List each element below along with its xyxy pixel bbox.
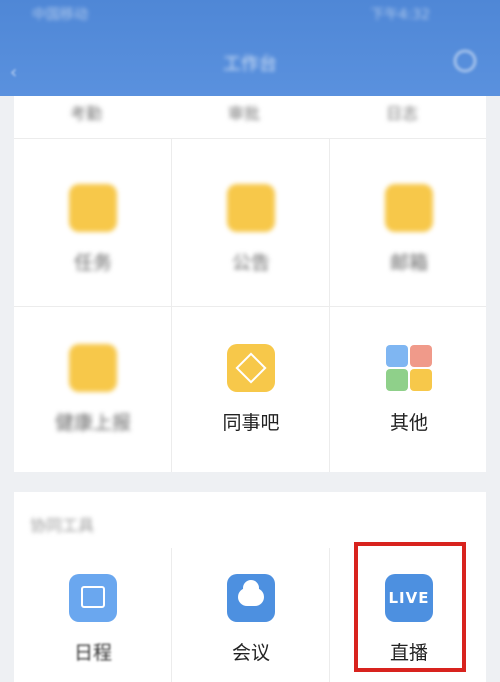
tool-label: 日程 (73, 642, 112, 664)
colleague-icon (227, 344, 275, 392)
app-header: 中国移动 下午4:32 ‹ 工作台 (0, 0, 500, 96)
tool-label: 会议 (231, 642, 270, 664)
health-report-icon (69, 344, 117, 392)
highlight-box (354, 542, 466, 672)
app-label: 健康上报 (54, 412, 131, 434)
app-other[interactable]: 其他 (330, 344, 488, 435)
apps-card: 考勤 审批 日志 任务 公告 邮箱 健康上报 同事吧 其他 (14, 96, 486, 472)
tool-meeting[interactable]: 会议 (172, 574, 330, 665)
app-label-top[interactable]: 审批 (228, 100, 260, 124)
app-label: 其他 (389, 412, 428, 434)
status-bar: 中国移动 下午4:32 (0, 4, 500, 23)
section-title: 协同工具 (30, 516, 95, 535)
app-mail[interactable]: 邮箱 (330, 184, 488, 275)
app-notice[interactable]: 公告 (172, 184, 330, 275)
notice-icon (227, 184, 275, 232)
app-colleague[interactable]: 同事吧 (172, 344, 330, 435)
app-label-top[interactable]: 日志 (386, 100, 418, 124)
meeting-icon (227, 574, 275, 622)
mail-icon (385, 184, 433, 232)
calendar-icon (69, 574, 117, 622)
app-label: 任务 (73, 252, 112, 274)
time-text: 下午4:32 (370, 7, 430, 23)
app-label: 邮箱 (389, 252, 428, 274)
task-icon (69, 184, 117, 232)
other-apps-icon (385, 344, 433, 392)
app-label: 公告 (231, 252, 270, 274)
page-title: 工作台 (223, 54, 277, 75)
app-health-report[interactable]: 健康上报 (14, 344, 172, 435)
app-label: 同事吧 (222, 412, 280, 434)
search-icon[interactable] (454, 50, 476, 72)
carrier-text: 中国移动 (32, 7, 88, 23)
app-task[interactable]: 任务 (14, 184, 172, 275)
app-label-top[interactable]: 考勤 (70, 100, 102, 124)
tool-calendar[interactable]: 日程 (14, 574, 172, 665)
